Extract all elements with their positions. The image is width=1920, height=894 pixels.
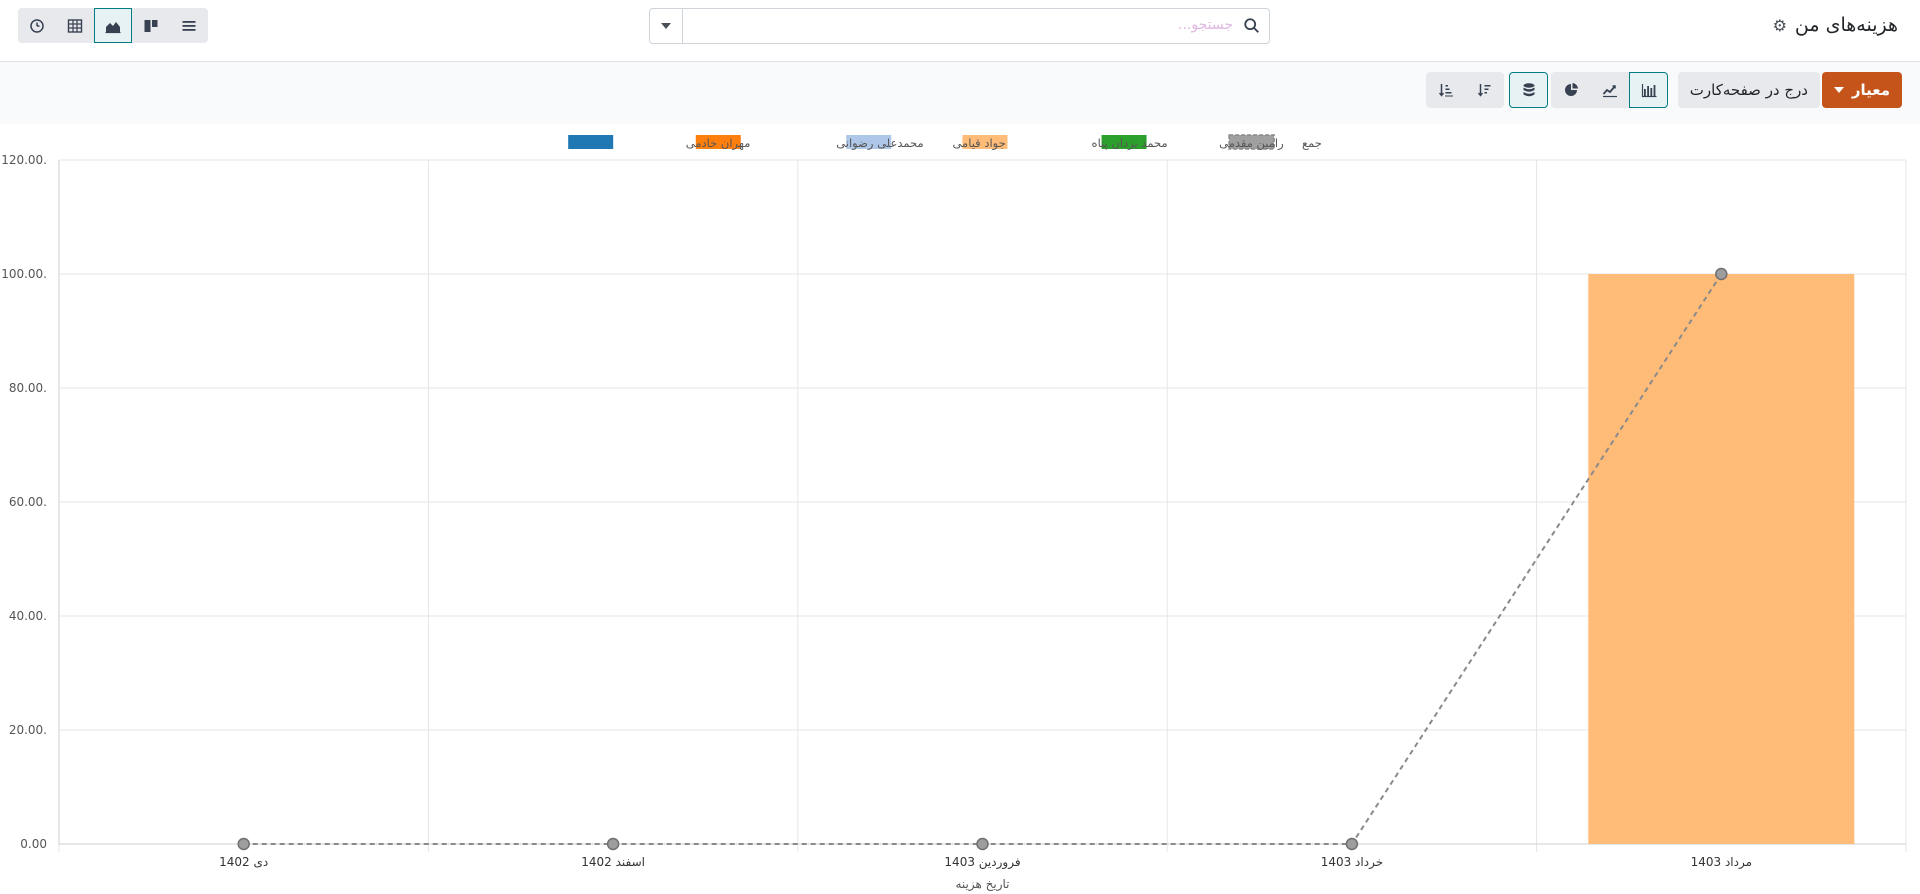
bar-chart-icon — [1641, 84, 1656, 98]
search-icon — [1244, 18, 1259, 33]
page-title-text: هزینه‌های من — [1794, 14, 1898, 36]
total-point[interactable] — [976, 837, 989, 851]
kanban-icon — [144, 19, 158, 32]
legend-label: جمع — [1302, 136, 1322, 150]
total-point[interactable] — [237, 837, 250, 851]
y-tick-label: 0.00 — [20, 837, 47, 851]
area-chart-icon — [105, 21, 121, 33]
list-view-button[interactable] — [170, 8, 208, 43]
gear-icon[interactable]: ⚙ — [1773, 16, 1787, 35]
sort-ascending-button[interactable] — [1465, 72, 1504, 108]
search-bar[interactable]: جستجو... — [649, 8, 1270, 44]
measure-label: معیار — [1851, 81, 1890, 99]
page-title: هزینه‌های من ⚙ — [1773, 14, 1898, 36]
control-panel: معیار درج در صفحه‌کارت — [0, 62, 1920, 124]
insert-label: درج در صفحه‌کارت — [1689, 81, 1808, 99]
legend-label: مهران خادمی — [686, 136, 751, 151]
measure-dropdown[interactable]: معیار — [1821, 72, 1902, 108]
total-point[interactable] — [1715, 267, 1728, 281]
graph-view-button[interactable] — [94, 8, 132, 43]
x-tick-label: دی 1402 — [219, 855, 268, 869]
table-icon — [67, 18, 83, 33]
total-point[interactable] — [1345, 837, 1359, 851]
x-axis-title: تاریخ هزینه — [955, 877, 1009, 892]
bar[interactable] — [1588, 274, 1855, 844]
kanban-view-button[interactable] — [132, 8, 170, 43]
expense-graph: 0.00 20.00. 40.00. 60.00. 80.00. 100.00. 120.0… — [1, 134, 1907, 892]
line-chart-icon — [1602, 85, 1617, 98]
y-tick-label: 40.00. — [9, 609, 47, 623]
search-input[interactable]: جستجو... — [1178, 17, 1233, 33]
caret-down-icon — [661, 23, 671, 29]
sort-descending-button[interactable] — [1426, 72, 1465, 108]
activity-view-button[interactable] — [18, 8, 56, 43]
legend-label: محمدعلی رضوانی — [836, 136, 923, 151]
view-switcher — [18, 8, 208, 43]
pie-chart-icon — [1564, 83, 1578, 96]
clock-icon — [30, 18, 44, 33]
pivot-view-button[interactable] — [56, 8, 94, 43]
insert-in-spreadsheet-button[interactable]: درج در صفحه‌کارت — [1677, 72, 1820, 108]
sort-group — [1426, 72, 1504, 108]
sort-descending-icon — [1438, 84, 1453, 97]
caret-down-icon — [1833, 87, 1844, 93]
pie-chart-button[interactable] — [1551, 72, 1590, 108]
stacked-toggle-group — [1509, 72, 1548, 108]
x-tick-label: اسفند 1402 — [581, 855, 645, 869]
line-chart-button[interactable] — [1590, 72, 1629, 108]
y-tick-label: 120.00. — [1, 153, 47, 167]
legend-label: جواد قیامی — [952, 136, 1005, 151]
sort-ascending-icon — [1477, 84, 1490, 97]
y-tick-label: 60.00. — [9, 495, 47, 509]
database-stack-icon — [1523, 83, 1534, 97]
x-tick-label: خرداد 1403 — [1321, 855, 1383, 870]
search-options-toggle[interactable] — [650, 9, 683, 43]
legend-swatch[interactable] — [568, 135, 614, 149]
legend-label: محمد یزدان پناه — [1092, 136, 1168, 151]
x-tick-label: فروردین 1403 — [944, 855, 1020, 870]
list-icon — [182, 20, 196, 31]
x-tick-label: مرداد 1403 — [1691, 855, 1752, 870]
bar-chart-button[interactable] — [1629, 72, 1668, 108]
y-tick-label: 20.00. — [9, 723, 47, 737]
top-bar: هزینه‌های من ⚙ جستجو... — [0, 0, 1920, 62]
total-point[interactable] — [606, 837, 620, 851]
y-tick-label: 100.00. — [1, 267, 47, 281]
legend-label: رامین مقدمی — [1219, 136, 1284, 151]
y-tick-label: 80.00. — [9, 381, 47, 395]
chart-type-group — [1551, 72, 1668, 108]
stacked-button[interactable] — [1509, 72, 1548, 108]
